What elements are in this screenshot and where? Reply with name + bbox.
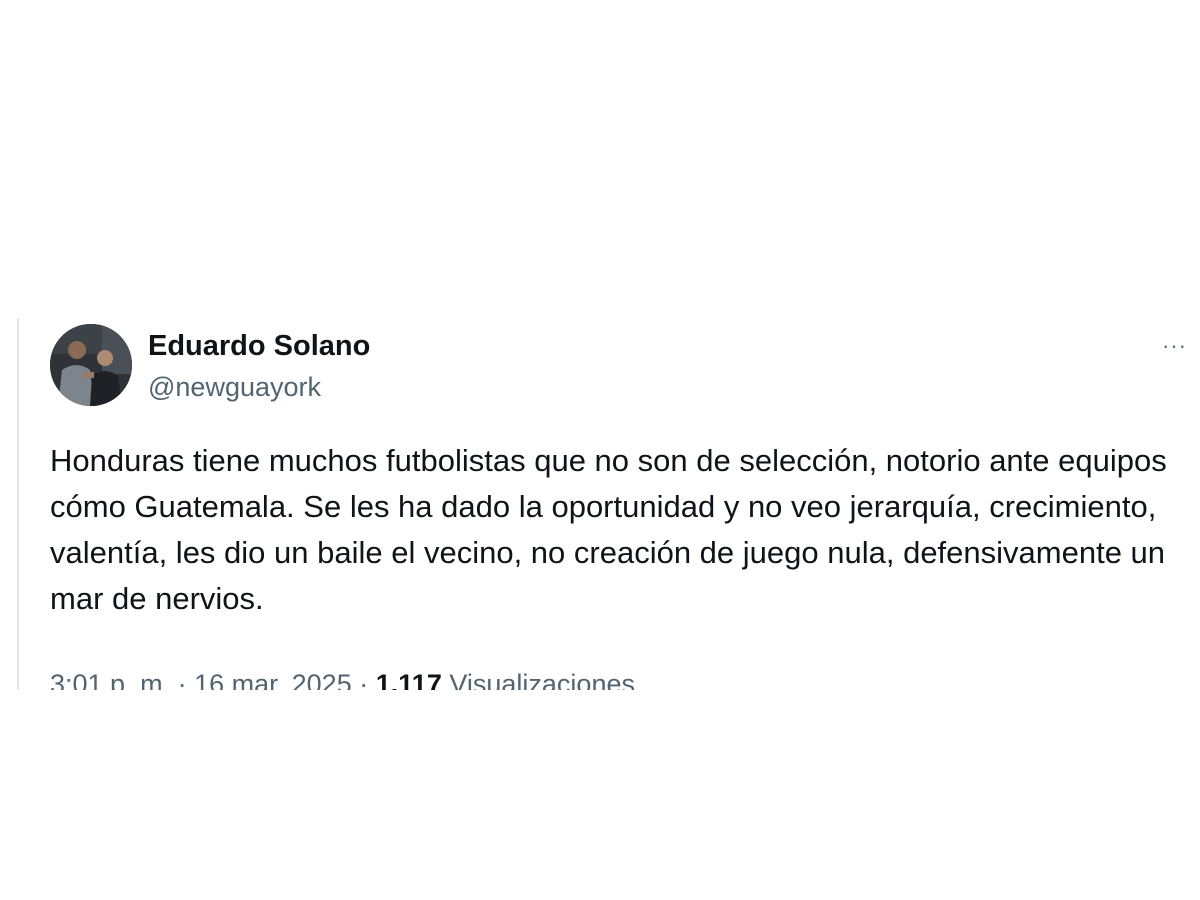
- views-count: 1.117: [375, 669, 442, 690]
- more-horizontal-icon: ···: [1162, 333, 1187, 358]
- tweet-time[interactable]: 3:01 p. m.: [50, 669, 170, 690]
- tweet-date[interactable]: 16 mar. 2025: [194, 669, 352, 690]
- avatar-photo: [50, 324, 132, 406]
- views-label: Visualizaciones: [449, 669, 635, 690]
- meta-separator: ·: [177, 669, 187, 690]
- tweet-card[interactable]: Eduardo Solano @newguayork ··· Honduras …: [0, 318, 1200, 690]
- tweet-text: Honduras tiene muchos futbolistas que no…: [50, 443, 1167, 616]
- more-options-button[interactable]: ···: [1162, 332, 1200, 360]
- author-display-name[interactable]: Eduardo Solano: [148, 328, 370, 364]
- tweet-metadata: 3:01 p. m. · 16 mar. 2025 · 1.117 Visual…: [50, 668, 635, 690]
- author-handle[interactable]: @newguayork: [148, 370, 321, 404]
- meta-separator: ·: [359, 669, 369, 690]
- avatar[interactable]: [50, 324, 132, 406]
- tweet-card-border: [17, 318, 19, 690]
